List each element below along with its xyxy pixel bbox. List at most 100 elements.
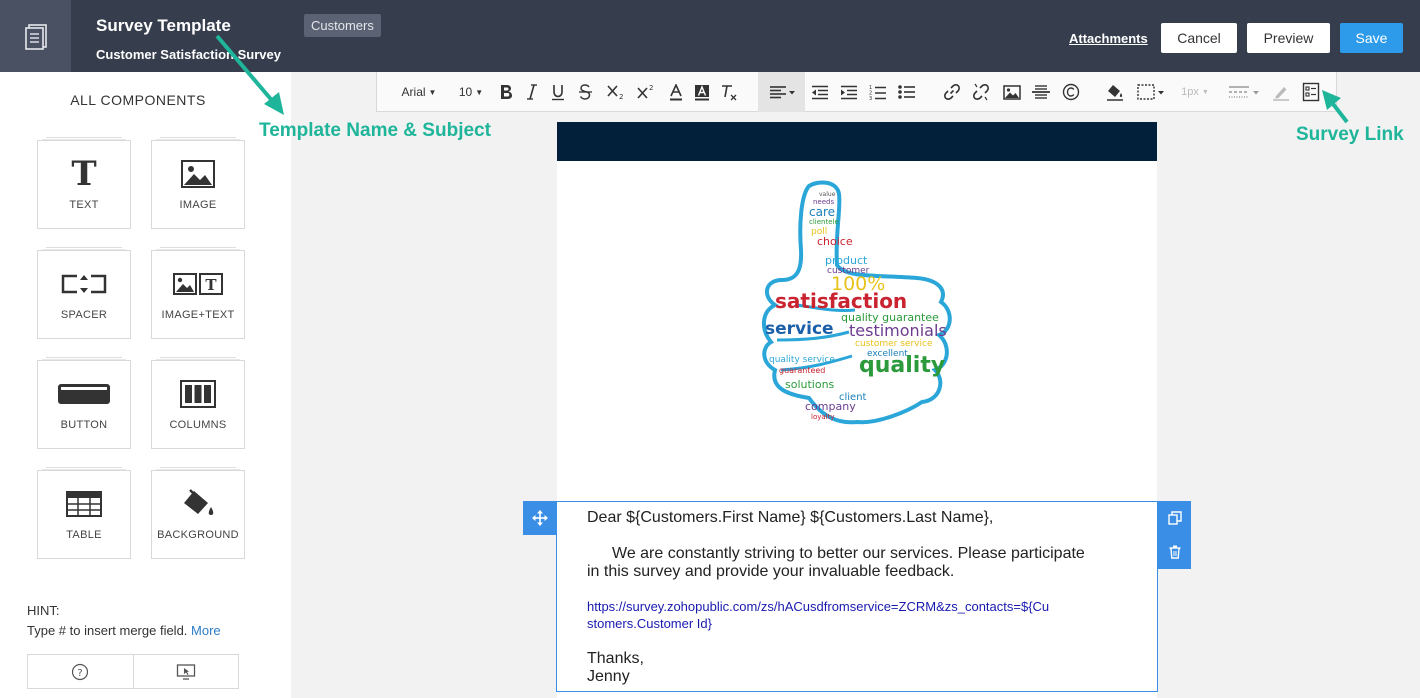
word-loyalty: loyalty	[811, 413, 835, 421]
highlight-color-icon[interactable]	[692, 82, 712, 102]
component-label: TEXT	[69, 199, 99, 211]
word-quality: quality	[859, 353, 945, 378]
paint-bucket-icon	[152, 487, 244, 521]
attachments-link[interactable]: Attachments	[1069, 31, 1148, 46]
annotation-survey-link: Survey Link	[1296, 124, 1404, 145]
word-choice: choice	[817, 235, 853, 248]
component-label: BACKGROUND	[157, 529, 239, 541]
svg-text:T: T	[205, 276, 217, 294]
word-clientele: clientele	[809, 218, 839, 226]
word-service: service	[765, 319, 834, 339]
numbered-list-icon[interactable]: 123	[868, 82, 888, 102]
component-image-text[interactable]: T IMAGE+TEXT	[151, 247, 245, 339]
font-size-select[interactable]: 10 ▼	[457, 82, 485, 102]
email-text-block[interactable]: Dear ${Customers.First Name} ${Customers…	[556, 501, 1158, 692]
save-button[interactable]: Save	[1340, 23, 1403, 53]
superscript-icon[interactable]: 2	[636, 82, 658, 102]
unlink-icon[interactable]	[971, 82, 991, 102]
duplicate-block-button[interactable]	[1158, 501, 1191, 535]
strikethrough-icon[interactable]	[575, 82, 595, 102]
background-color-icon[interactable]	[1105, 82, 1125, 102]
component-columns[interactable]: COLUMNS	[151, 357, 245, 449]
email-thanks[interactable]: Thanks,	[587, 650, 644, 668]
survey-link-line-1[interactable]: https://survey.zohopublic.com/zs/hACusdf…	[587, 598, 1049, 615]
copy-icon	[1167, 511, 1182, 525]
image-icon	[152, 157, 244, 191]
font-size-value: 10	[458, 85, 473, 99]
image-text-icon: T	[152, 267, 244, 301]
component-background[interactable]: BACKGROUND	[151, 467, 245, 559]
outdent-icon[interactable]	[810, 82, 830, 102]
button-icon	[38, 377, 130, 411]
align-left-icon[interactable]	[765, 82, 799, 102]
word-customer-service: customer service	[855, 339, 933, 349]
component-label: BUTTON	[60, 419, 108, 431]
table-icon	[38, 487, 130, 521]
component-label: SPACER	[60, 309, 108, 321]
template-subject[interactable]: Customer Satisfaction Survey	[96, 47, 281, 62]
move-block-handle[interactable]	[523, 501, 556, 535]
email-signature[interactable]: Jenny	[587, 668, 630, 686]
word-value: value	[819, 191, 836, 198]
border-line-style-icon[interactable]	[1227, 82, 1261, 102]
component-spacer[interactable]: SPACER	[37, 247, 131, 339]
trash-icon	[1169, 545, 1180, 559]
svg-text:3: 3	[869, 96, 872, 101]
word-satisfaction: satisfaction	[775, 289, 907, 313]
indent-icon[interactable]	[839, 82, 859, 102]
word-company: company	[805, 400, 856, 413]
move-arrows-icon	[531, 510, 548, 526]
preview-screen-icon[interactable]	[132, 655, 239, 688]
border-color-icon[interactable]	[1271, 82, 1291, 102]
component-table[interactable]: TABLE	[37, 467, 131, 559]
font-color-icon[interactable]	[666, 82, 686, 102]
component-text[interactable]: T TEXT	[37, 137, 131, 229]
bullet-list-icon[interactable]	[897, 82, 917, 102]
insert-image-icon[interactable]	[1002, 82, 1022, 102]
components-sidebar: ALL COMPONENTS T TEXT IMAGE SPACER T IMA…	[0, 72, 291, 698]
chevron-down-icon: ▼	[428, 87, 437, 97]
link-icon[interactable]	[942, 82, 962, 102]
border-width-select[interactable]: 1px ▼	[1179, 82, 1211, 102]
email-body-line-2[interactable]: in this survey and provide your invaluab…	[587, 563, 954, 581]
hint-message: Type # to insert merge field.	[27, 623, 188, 638]
hint-text: Type # to insert merge field. More	[27, 623, 221, 638]
chevron-down-icon: ▼	[475, 87, 484, 97]
hint-more-link[interactable]: More	[191, 623, 221, 638]
special-character-icon[interactable]	[1061, 82, 1081, 102]
component-label: IMAGE	[179, 199, 217, 211]
thumbs-up-word-cloud-image[interactable]: value needs care clientele poll choice p…	[757, 180, 957, 425]
email-body-line-1[interactable]: We are constantly striving to better our…	[612, 545, 1085, 563]
underline-icon[interactable]	[548, 82, 568, 102]
word-solutions: solutions	[785, 378, 835, 391]
component-label: COLUMNS	[169, 419, 227, 431]
font-family-select[interactable]: Arial ▼	[397, 82, 441, 102]
component-image[interactable]: IMAGE	[151, 137, 245, 229]
chevron-down-icon: ▼	[1201, 88, 1209, 96]
italic-icon[interactable]	[522, 82, 542, 102]
help-icon[interactable]: ?	[28, 655, 133, 688]
survey-link-line-2[interactable]: stomers.Customer Id}	[587, 615, 712, 632]
word-guaranteed: guaranteed	[779, 366, 825, 375]
component-label: TABLE	[66, 529, 102, 541]
preview-button[interactable]: Preview	[1247, 23, 1330, 53]
border-style-icon[interactable]	[1135, 82, 1167, 102]
horizontal-line-icon[interactable]	[1031, 82, 1051, 102]
hint-title: HINT:	[27, 603, 60, 618]
bold-icon[interactable]	[496, 82, 516, 102]
module-badge: Customers	[304, 14, 381, 37]
clear-format-icon[interactable]	[718, 82, 740, 102]
template-icon	[0, 0, 71, 72]
email-greeting[interactable]: Dear ${Customers.First Name} ${Customers…	[587, 509, 993, 527]
email-header-band[interactable]	[557, 122, 1157, 161]
template-name[interactable]: Survey Template	[96, 16, 231, 36]
subscript-icon[interactable]: 2	[606, 82, 628, 102]
border-width-value: 1px	[1181, 86, 1199, 98]
annotation-template-name-subject: Template Name & Subject	[259, 120, 491, 141]
delete-block-button[interactable]	[1158, 535, 1191, 569]
survey-link-icon[interactable]	[1301, 82, 1321, 102]
word-testimonials: testimonials	[849, 321, 947, 340]
cancel-button[interactable]: Cancel	[1161, 23, 1237, 53]
svg-text:?: ?	[78, 668, 83, 679]
component-button[interactable]: BUTTON	[37, 357, 131, 449]
